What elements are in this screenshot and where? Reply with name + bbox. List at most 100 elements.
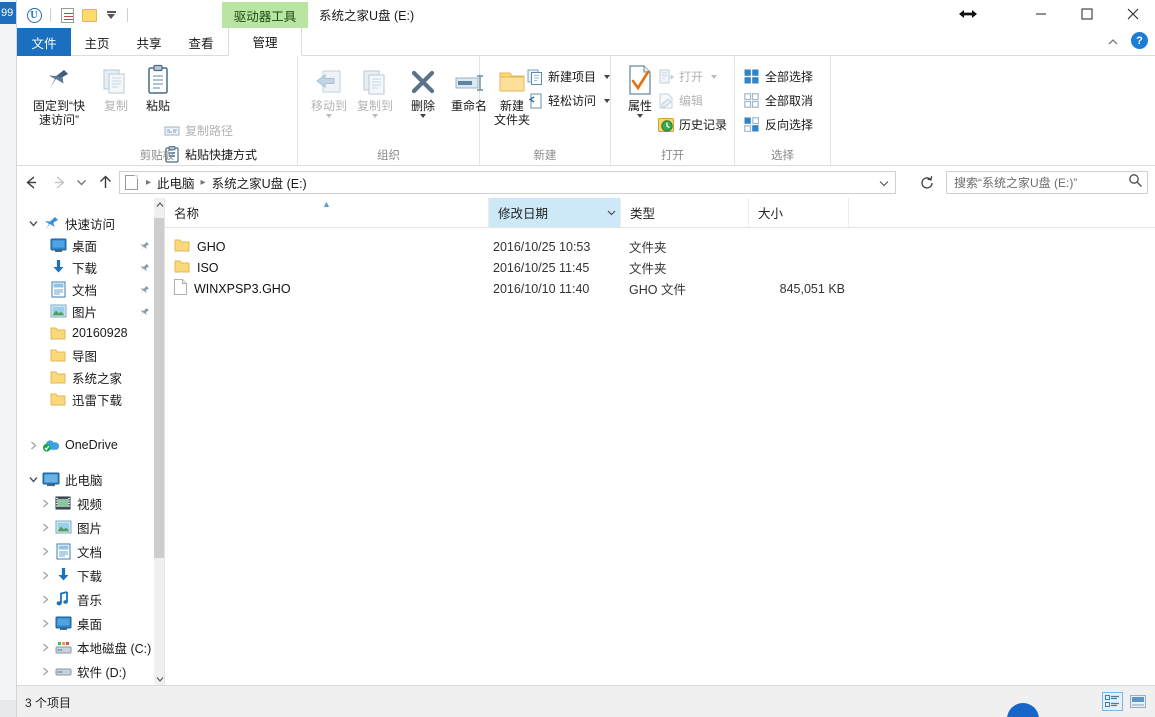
properties-button[interactable]: 属性 xyxy=(619,62,661,118)
tree-item-music[interactable]: 音乐 xyxy=(37,588,102,610)
tree-item-documents[interactable]: 文档 xyxy=(37,540,102,562)
back-button[interactable] xyxy=(21,172,41,192)
tree-item-pictures-qa[interactable]: 图片 xyxy=(49,300,97,322)
breadcrumb-separator-1[interactable]: ▸ xyxy=(201,177,206,188)
search-icon[interactable] xyxy=(1128,173,1143,193)
chevron-down-icon[interactable] xyxy=(100,4,122,26)
table-row[interactable]: WINXPSP3.GHO 2016/10/10 11:40 GHO 文件 845… xyxy=(165,278,1155,299)
tree-item-quick-access[interactable]: 快速访问 xyxy=(25,212,115,234)
chevron-right-icon[interactable] xyxy=(37,495,53,511)
select-none-label: 全部取消 xyxy=(765,92,813,109)
close-button[interactable] xyxy=(1110,0,1155,28)
table-row[interactable]: ISO 2016/10/25 11:45 文件夹 xyxy=(165,257,1155,278)
up-button[interactable] xyxy=(95,172,115,192)
navigation-pane: 快速访问 桌面 下载 xyxy=(17,198,164,685)
ribbon-group-clipboard-label: 剪贴板 xyxy=(17,147,297,163)
edit-icon xyxy=(657,92,674,109)
chevron-right-icon[interactable] xyxy=(37,543,53,559)
tree-label-xitongzhijia: 系统之家 xyxy=(72,368,122,387)
new-item-button[interactable]: 新建项目 xyxy=(526,66,610,87)
tree-item-pictures[interactable]: 图片 xyxy=(37,516,102,538)
tree-item-xitongzhijia[interactable]: 系统之家 xyxy=(49,366,122,388)
delete-button[interactable]: 删除 xyxy=(402,62,444,118)
tab-file[interactable]: 文件 xyxy=(17,28,71,56)
tree-item-onedrive[interactable]: OneDrive xyxy=(25,434,118,456)
chevron-right-icon[interactable] xyxy=(37,663,53,679)
tree-item-videos[interactable]: 视频 xyxy=(37,492,102,514)
tree-item-this-pc[interactable]: 此电脑 xyxy=(25,468,103,490)
search-input[interactable]: 搜索“系统之家U盘 (E:)” xyxy=(954,174,1128,191)
pin-icon[interactable] xyxy=(139,261,151,273)
pin-icon[interactable] xyxy=(139,239,151,251)
chevron-right-icon[interactable] xyxy=(37,519,53,535)
pin-icon[interactable] xyxy=(139,305,151,317)
tree-item-daotu[interactable]: 导图 xyxy=(49,344,97,366)
chevron-down-icon[interactable] xyxy=(25,471,41,487)
tree-item-documents-qa[interactable]: 文档 xyxy=(49,278,97,300)
pin-icon[interactable] xyxy=(139,283,151,295)
file-name-cell[interactable]: ISO xyxy=(174,259,219,276)
breadcrumb-separator-0[interactable]: ▸ xyxy=(146,177,151,188)
tree-label-pictures-qa: 图片 xyxy=(72,302,97,321)
help-icon[interactable]: ? xyxy=(1131,32,1148,49)
move-to-label: 移动到 xyxy=(311,99,347,113)
details-view-button[interactable] xyxy=(1102,692,1123,711)
copy-button: 复制 xyxy=(93,62,139,113)
window-title: 系统之家U盘 (E:) xyxy=(319,5,414,24)
copy-to-icon xyxy=(360,62,390,96)
table-row[interactable]: GHO 2016/10/25 10:53 文件夹 xyxy=(165,236,1155,257)
invert-selection-button[interactable]: 反向选择 xyxy=(743,114,813,135)
folder-icon[interactable] xyxy=(78,4,100,26)
file-type-cell: 文件夹 xyxy=(629,237,667,256)
address-dropdown-icon[interactable] xyxy=(874,172,894,193)
tree-item-drive-d[interactable]: 软件 (D:) xyxy=(37,660,126,682)
select-none-button[interactable]: 全部取消 xyxy=(743,90,813,111)
tab-home[interactable]: 主页 xyxy=(71,28,123,56)
file-icon xyxy=(174,279,187,298)
address-bar[interactable]: ▸ 此电脑 ▸ 系统之家U盘 (E:) xyxy=(119,171,896,194)
tab-manage[interactable]: 管理 xyxy=(228,28,302,56)
recent-locations-button[interactable] xyxy=(71,172,91,192)
column-header-type[interactable]: 类型 xyxy=(621,198,749,227)
refresh-button[interactable] xyxy=(919,175,935,191)
tree-label-documents-qa: 文档 xyxy=(72,280,97,299)
chevron-right-icon[interactable] xyxy=(37,591,53,607)
chevron-right-icon[interactable] xyxy=(37,639,53,655)
column-header-size[interactable]: 大小 xyxy=(749,198,849,227)
column-header-name[interactable]: 名称 ▲ xyxy=(165,198,489,227)
this-pc-icon xyxy=(42,470,60,488)
tree-item-desktop[interactable]: 桌面 xyxy=(37,612,102,634)
maximize-button[interactable] xyxy=(1064,0,1110,28)
chevron-right-icon[interactable] xyxy=(37,567,53,583)
tree-label-this-pc: 此电脑 xyxy=(65,470,103,489)
paste-button[interactable]: 粘贴 xyxy=(135,62,181,113)
chevron-right-icon[interactable] xyxy=(25,437,41,453)
file-name-cell[interactable]: WINXPSP3.GHO xyxy=(174,279,291,298)
ribbon-tab-strip: 文件 主页 共享 查看 管理 ? xyxy=(17,28,1155,56)
history-button[interactable]: 历史记录 xyxy=(657,114,727,135)
tree-item-downloads[interactable]: 下载 xyxy=(37,564,102,586)
tree-item-downloads-qa[interactable]: 下载 xyxy=(49,256,97,278)
large-icons-view-button[interactable] xyxy=(1127,692,1148,711)
tree-item-xunlei[interactable]: 迅雷下载 xyxy=(49,388,122,410)
app-logo-icon: U xyxy=(23,4,45,26)
tab-share[interactable]: 共享 xyxy=(123,28,175,56)
tree-item-local-disk-c[interactable]: 本地磁盘 (C:) xyxy=(37,636,151,658)
tree-item-20160928[interactable]: 20160928 xyxy=(49,322,128,344)
chevron-right-icon[interactable] xyxy=(37,615,53,631)
tab-view[interactable]: 查看 xyxy=(175,28,227,56)
select-all-button[interactable]: 全部选择 xyxy=(743,66,813,87)
column-filter-chevron-icon[interactable] xyxy=(606,207,617,221)
minimize-button[interactable] xyxy=(1018,0,1064,28)
pin-to-quick-access-button[interactable]: 固定到“快 速访问” xyxy=(27,62,91,127)
document-check-icon[interactable] xyxy=(56,4,78,26)
tree-item-desktop-qa[interactable]: 桌面 xyxy=(49,234,97,256)
breadcrumb-usb-drive[interactable]: 系统之家U盘 (E:) xyxy=(212,173,307,192)
easy-access-button[interactable]: 轻松访问 xyxy=(526,90,610,111)
file-name-cell[interactable]: GHO xyxy=(174,238,225,255)
search-box[interactable]: 搜索“系统之家U盘 (E:)” xyxy=(946,171,1148,194)
chevron-down-icon[interactable] xyxy=(25,215,41,231)
column-header-date-modified[interactable]: 修改日期 xyxy=(489,198,621,227)
breadcrumb-this-pc[interactable]: 此电脑 xyxy=(157,173,195,192)
collapse-ribbon-icon[interactable] xyxy=(1107,35,1119,47)
